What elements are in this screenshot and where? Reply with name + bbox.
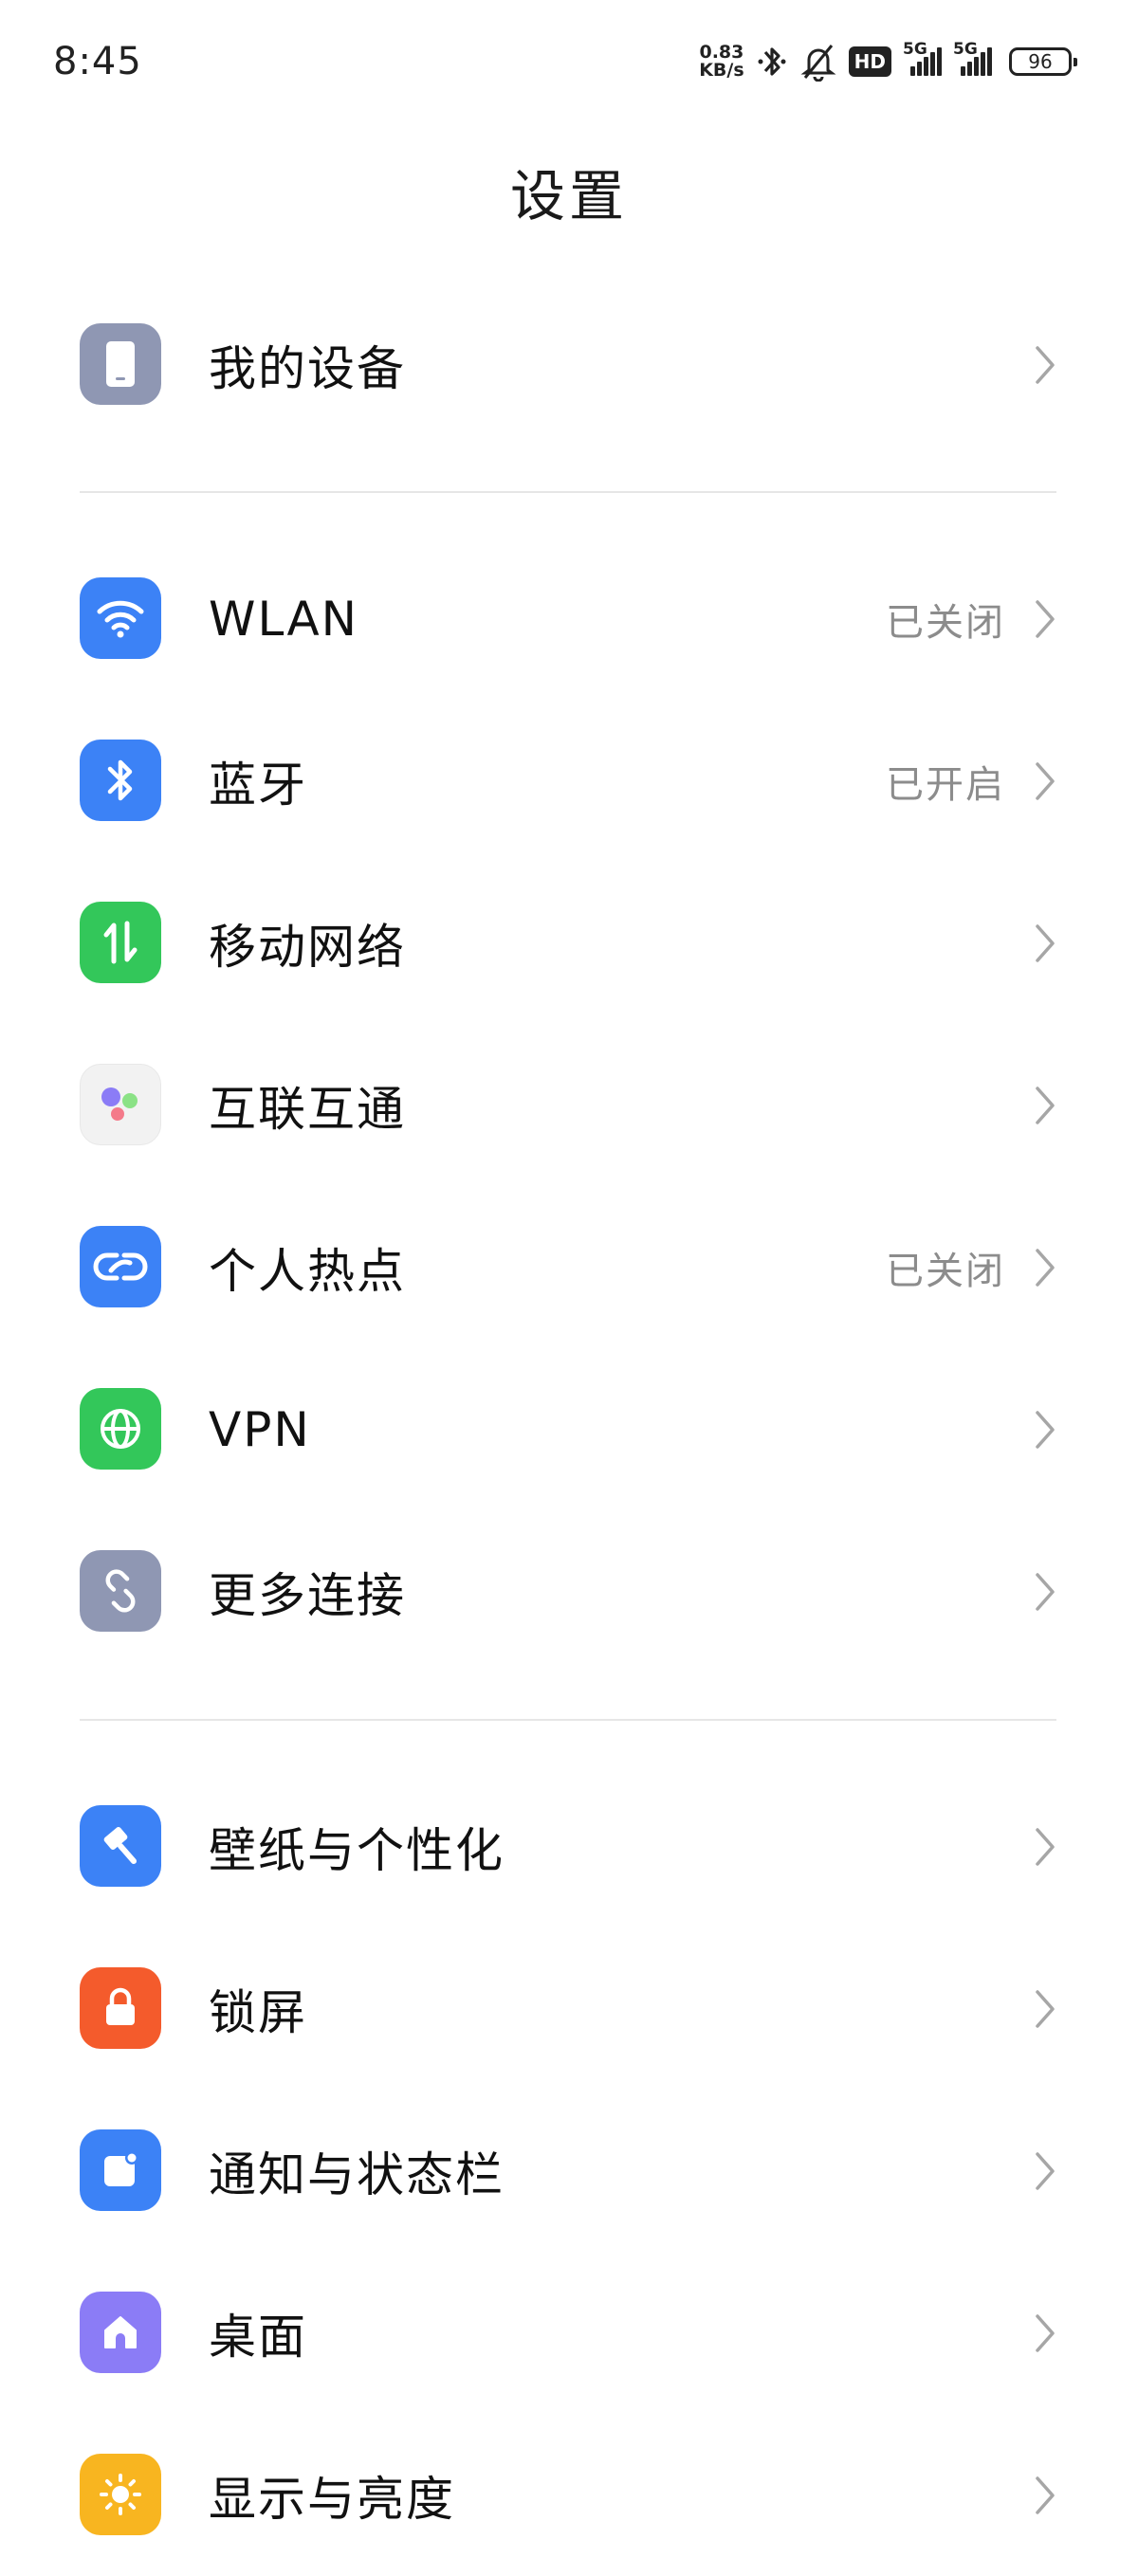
chevron-right-icon bbox=[1028, 595, 1062, 643]
settings-item-label: 桌面 bbox=[209, 2310, 307, 2365]
settings-item-label: 锁屏 bbox=[209, 1985, 307, 2040]
settings-item-label: 个人热点 bbox=[209, 1244, 406, 1299]
settings-item-wallpaper[interactable]: 壁纸与个性化 bbox=[0, 1766, 1138, 1927]
battery-level: 96 bbox=[1028, 50, 1053, 73]
settings-item-my-device[interactable]: 我的设备 bbox=[0, 284, 1138, 446]
status-bar: 8:45 0.83 KB/s HD 5G 5G 96 bbox=[0, 0, 1138, 123]
brightness-icon bbox=[80, 2454, 161, 2535]
settings-item-desktop[interactable]: 桌面 bbox=[0, 2253, 1138, 2414]
settings-item-label: VPN bbox=[209, 1402, 311, 1457]
battery-icon: 96 bbox=[1009, 47, 1077, 76]
settings-item-mobile-network[interactable]: 移动网络 bbox=[0, 863, 1138, 1024]
chevron-right-icon bbox=[1028, 1082, 1062, 1129]
settings-item-label: 蓝牙 bbox=[209, 758, 307, 813]
settings-item-label: 通知与状态栏 bbox=[209, 2147, 505, 2202]
signal-5g-icon: 5G bbox=[903, 40, 942, 76]
phone-icon bbox=[80, 323, 161, 405]
brush-icon bbox=[80, 1805, 161, 1887]
network-speed: 0.83 KB/s bbox=[699, 44, 743, 80]
settings-item-label: 我的设备 bbox=[209, 341, 406, 396]
chevron-right-icon bbox=[1028, 1985, 1062, 2033]
chevron-right-icon bbox=[1028, 2310, 1062, 2357]
mobile-data-icon bbox=[80, 902, 161, 983]
settings-item-lock-screen[interactable]: 锁屏 bbox=[0, 1928, 1138, 2090]
chevron-right-icon bbox=[1028, 1406, 1062, 1453]
chevron-right-icon bbox=[1028, 2147, 1062, 2195]
settings-item-wlan[interactable]: WLAN 已关闭 bbox=[0, 539, 1138, 700]
settings-item-label: WLAN bbox=[209, 592, 359, 647]
notification-icon bbox=[80, 2129, 161, 2211]
settings-item-vpn[interactable]: VPN bbox=[0, 1349, 1138, 1510]
bluetooth-icon bbox=[80, 740, 161, 821]
network-speed-unit: KB/s bbox=[699, 60, 744, 81]
settings-item-bluetooth[interactable]: 蓝牙 已开启 bbox=[0, 701, 1138, 862]
settings-item-value: 已关闭 bbox=[886, 601, 1005, 645]
settings-item-value: 已关闭 bbox=[886, 1250, 1005, 1293]
silent-bell-icon bbox=[799, 42, 837, 82]
settings-item-value: 已开启 bbox=[886, 763, 1005, 807]
home-icon bbox=[80, 2292, 161, 2373]
chevron-right-icon bbox=[1028, 758, 1062, 805]
globe-icon bbox=[80, 1388, 161, 1470]
settings-item-label: 互联互通 bbox=[209, 1082, 406, 1137]
chevron-right-icon bbox=[1028, 920, 1062, 967]
settings-item-label: 显示与亮度 bbox=[209, 2472, 455, 2527]
chevron-right-icon bbox=[1028, 1568, 1062, 1616]
settings-item-label: 更多连接 bbox=[209, 1568, 406, 1623]
page-title: 设置 bbox=[509, 164, 628, 228]
settings-item-interconnect[interactable]: 互联互通 bbox=[0, 1025, 1138, 1186]
section-divider bbox=[80, 491, 1056, 493]
link-icon bbox=[80, 1550, 161, 1632]
settings-item-notifications[interactable]: 通知与状态栏 bbox=[0, 2091, 1138, 2252]
settings-item-more-connections[interactable]: 更多连接 bbox=[0, 1511, 1138, 1672]
wifi-icon bbox=[80, 577, 161, 659]
settings-item-label: 壁纸与个性化 bbox=[209, 1823, 505, 1878]
hd-volte-icon: HD bbox=[848, 46, 891, 77]
hotspot-icon bbox=[80, 1226, 161, 1307]
settings-item-display[interactable]: 显示与亮度 bbox=[0, 2415, 1138, 2576]
bluetooth-icon bbox=[756, 43, 788, 81]
interconnect-icon bbox=[80, 1064, 161, 1145]
chevron-right-icon bbox=[1028, 341, 1062, 389]
lock-icon bbox=[80, 1967, 161, 2049]
settings-item-hotspot[interactable]: 个人热点 已关闭 bbox=[0, 1187, 1138, 1348]
chevron-right-icon bbox=[1028, 1244, 1062, 1291]
chevron-right-icon bbox=[1028, 2472, 1062, 2519]
chevron-right-icon bbox=[1028, 1823, 1062, 1871]
signal-5g-icon: 5G bbox=[953, 40, 992, 76]
status-time: 8:45 bbox=[53, 40, 142, 83]
settings-item-label: 移动网络 bbox=[209, 920, 406, 975]
section-divider bbox=[80, 1719, 1056, 1721]
status-icons: 0.83 KB/s HD 5G 5G 96 bbox=[699, 38, 1077, 85]
